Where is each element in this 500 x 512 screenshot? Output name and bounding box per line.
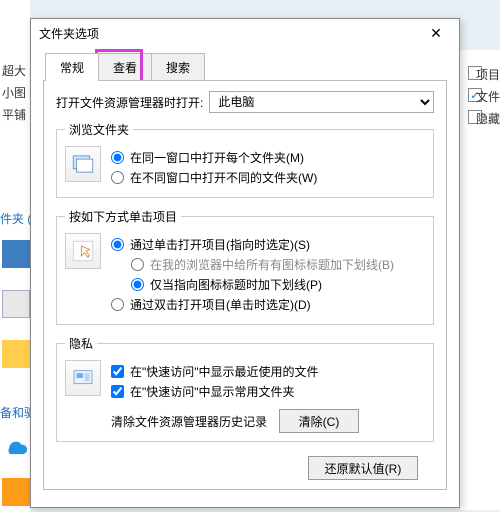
tab-panel-general: 打开文件资源管理器时打开: 此电脑 浏览文件夹 在同一窗口中打开每个文件夹(M) — [43, 80, 447, 490]
radio-same-window-input[interactable] — [111, 151, 124, 164]
radio-underline-all-input[interactable] — [131, 258, 144, 271]
radio-underline-all-label: 在我的浏览器中给所有有图标标题加下划线(B) — [150, 256, 394, 273]
tab-search[interactable]: 搜索 — [151, 53, 205, 81]
radio-own-window-label: 在不同窗口中打开不同的文件夹(W) — [130, 169, 317, 186]
bg-ribbon-1: 超大 — [2, 62, 26, 79]
privacy-group: 隐私 在"快速访问"中显示最近使用的文件 在"快速访问"中显示常用文件夹 — [56, 335, 434, 442]
clear-button[interactable]: 清除(C) — [279, 409, 359, 433]
bg-ribbon-2: 小图 — [2, 84, 26, 101]
radio-single-click-input[interactable] — [111, 238, 124, 251]
radio-double-click-input[interactable] — [111, 298, 124, 311]
radio-single-click-label: 通过单击打开项目(指向时选定)(S) — [130, 236, 310, 253]
click-items-group: 按如下方式单击项目 通过单击打开项目(指向时选定)(S) 在我的浏览器中给所有有… — [56, 208, 434, 325]
bg-ribbon-3: 平铺 — [2, 106, 26, 123]
privacy-icon — [65, 360, 101, 396]
browse-folders-icon — [65, 146, 101, 182]
browse-folders-legend: 浏览文件夹 — [65, 121, 133, 138]
click-items-legend: 按如下方式单击项目 — [65, 208, 181, 225]
radio-same-window-label: 在同一窗口中打开每个文件夹(M) — [130, 149, 304, 166]
radio-double-click[interactable]: 通过双击打开项目(单击时选定)(D) — [111, 296, 425, 313]
open-explorer-select[interactable]: 此电脑 — [209, 91, 434, 113]
tab-strip: 常规 查看 搜索 — [45, 53, 459, 81]
radio-underline-all[interactable]: 在我的浏览器中给所有有图标标题加下划线(B) — [131, 256, 425, 273]
restore-defaults-button[interactable]: 还原默认值(R) — [308, 456, 418, 480]
check-frequent-folders-label: 在"快速访问"中显示常用文件夹 — [130, 383, 295, 400]
radio-own-window-input[interactable] — [111, 171, 124, 184]
radio-underline-point-input[interactable] — [131, 278, 144, 291]
bg-check-label-1: 项目 — [476, 66, 500, 83]
close-button[interactable]: ✕ — [421, 23, 451, 43]
open-explorer-label: 打开文件资源管理器时打开: — [56, 94, 203, 111]
privacy-legend: 隐私 — [65, 335, 97, 352]
check-frequent-folders[interactable]: 在"快速访问"中显示常用文件夹 — [111, 383, 425, 400]
radio-underline-point-label: 仅当指向图标标题时加下划线(P) — [150, 276, 322, 293]
check-frequent-folders-input[interactable] — [111, 385, 124, 398]
radio-same-window[interactable]: 在同一窗口中打开每个文件夹(M) — [111, 149, 425, 166]
tab-view[interactable]: 查看 — [98, 53, 152, 81]
radio-own-window[interactable]: 在不同窗口中打开不同的文件夹(W) — [111, 169, 425, 186]
check-recent-files-label: 在"快速访问"中显示最近使用的文件 — [130, 363, 319, 380]
folder-options-dialog: 文件夹选项 ✕ 常规 查看 搜索 打开文件资源管理器时打开: 此电脑 浏览文件夹 — [30, 18, 460, 508]
click-items-icon — [65, 233, 101, 269]
radio-underline-point[interactable]: 仅当指向图标标题时加下划线(P) — [131, 276, 425, 293]
browse-folders-group: 浏览文件夹 在同一窗口中打开每个文件夹(M) 在不同窗口中打开不同的文件夹(W) — [56, 121, 434, 198]
check-recent-files-input[interactable] — [111, 365, 124, 378]
bg-check-label-2: 文件 — [476, 88, 500, 105]
radio-double-click-label: 通过双击打开项目(单击时选定)(D) — [130, 296, 311, 313]
titlebar: 文件夹选项 ✕ — [31, 19, 459, 47]
check-recent-files[interactable]: 在"快速访问"中显示最近使用的文件 — [111, 363, 425, 380]
dialog-title: 文件夹选项 — [39, 25, 421, 42]
bg-check-label-3: 隐藏 — [476, 110, 500, 127]
tab-general[interactable]: 常规 — [45, 53, 99, 81]
clear-history-label: 清除文件资源管理器历史记录 — [111, 413, 267, 430]
radio-single-click[interactable]: 通过单击打开项目(指向时选定)(S) — [111, 236, 425, 253]
